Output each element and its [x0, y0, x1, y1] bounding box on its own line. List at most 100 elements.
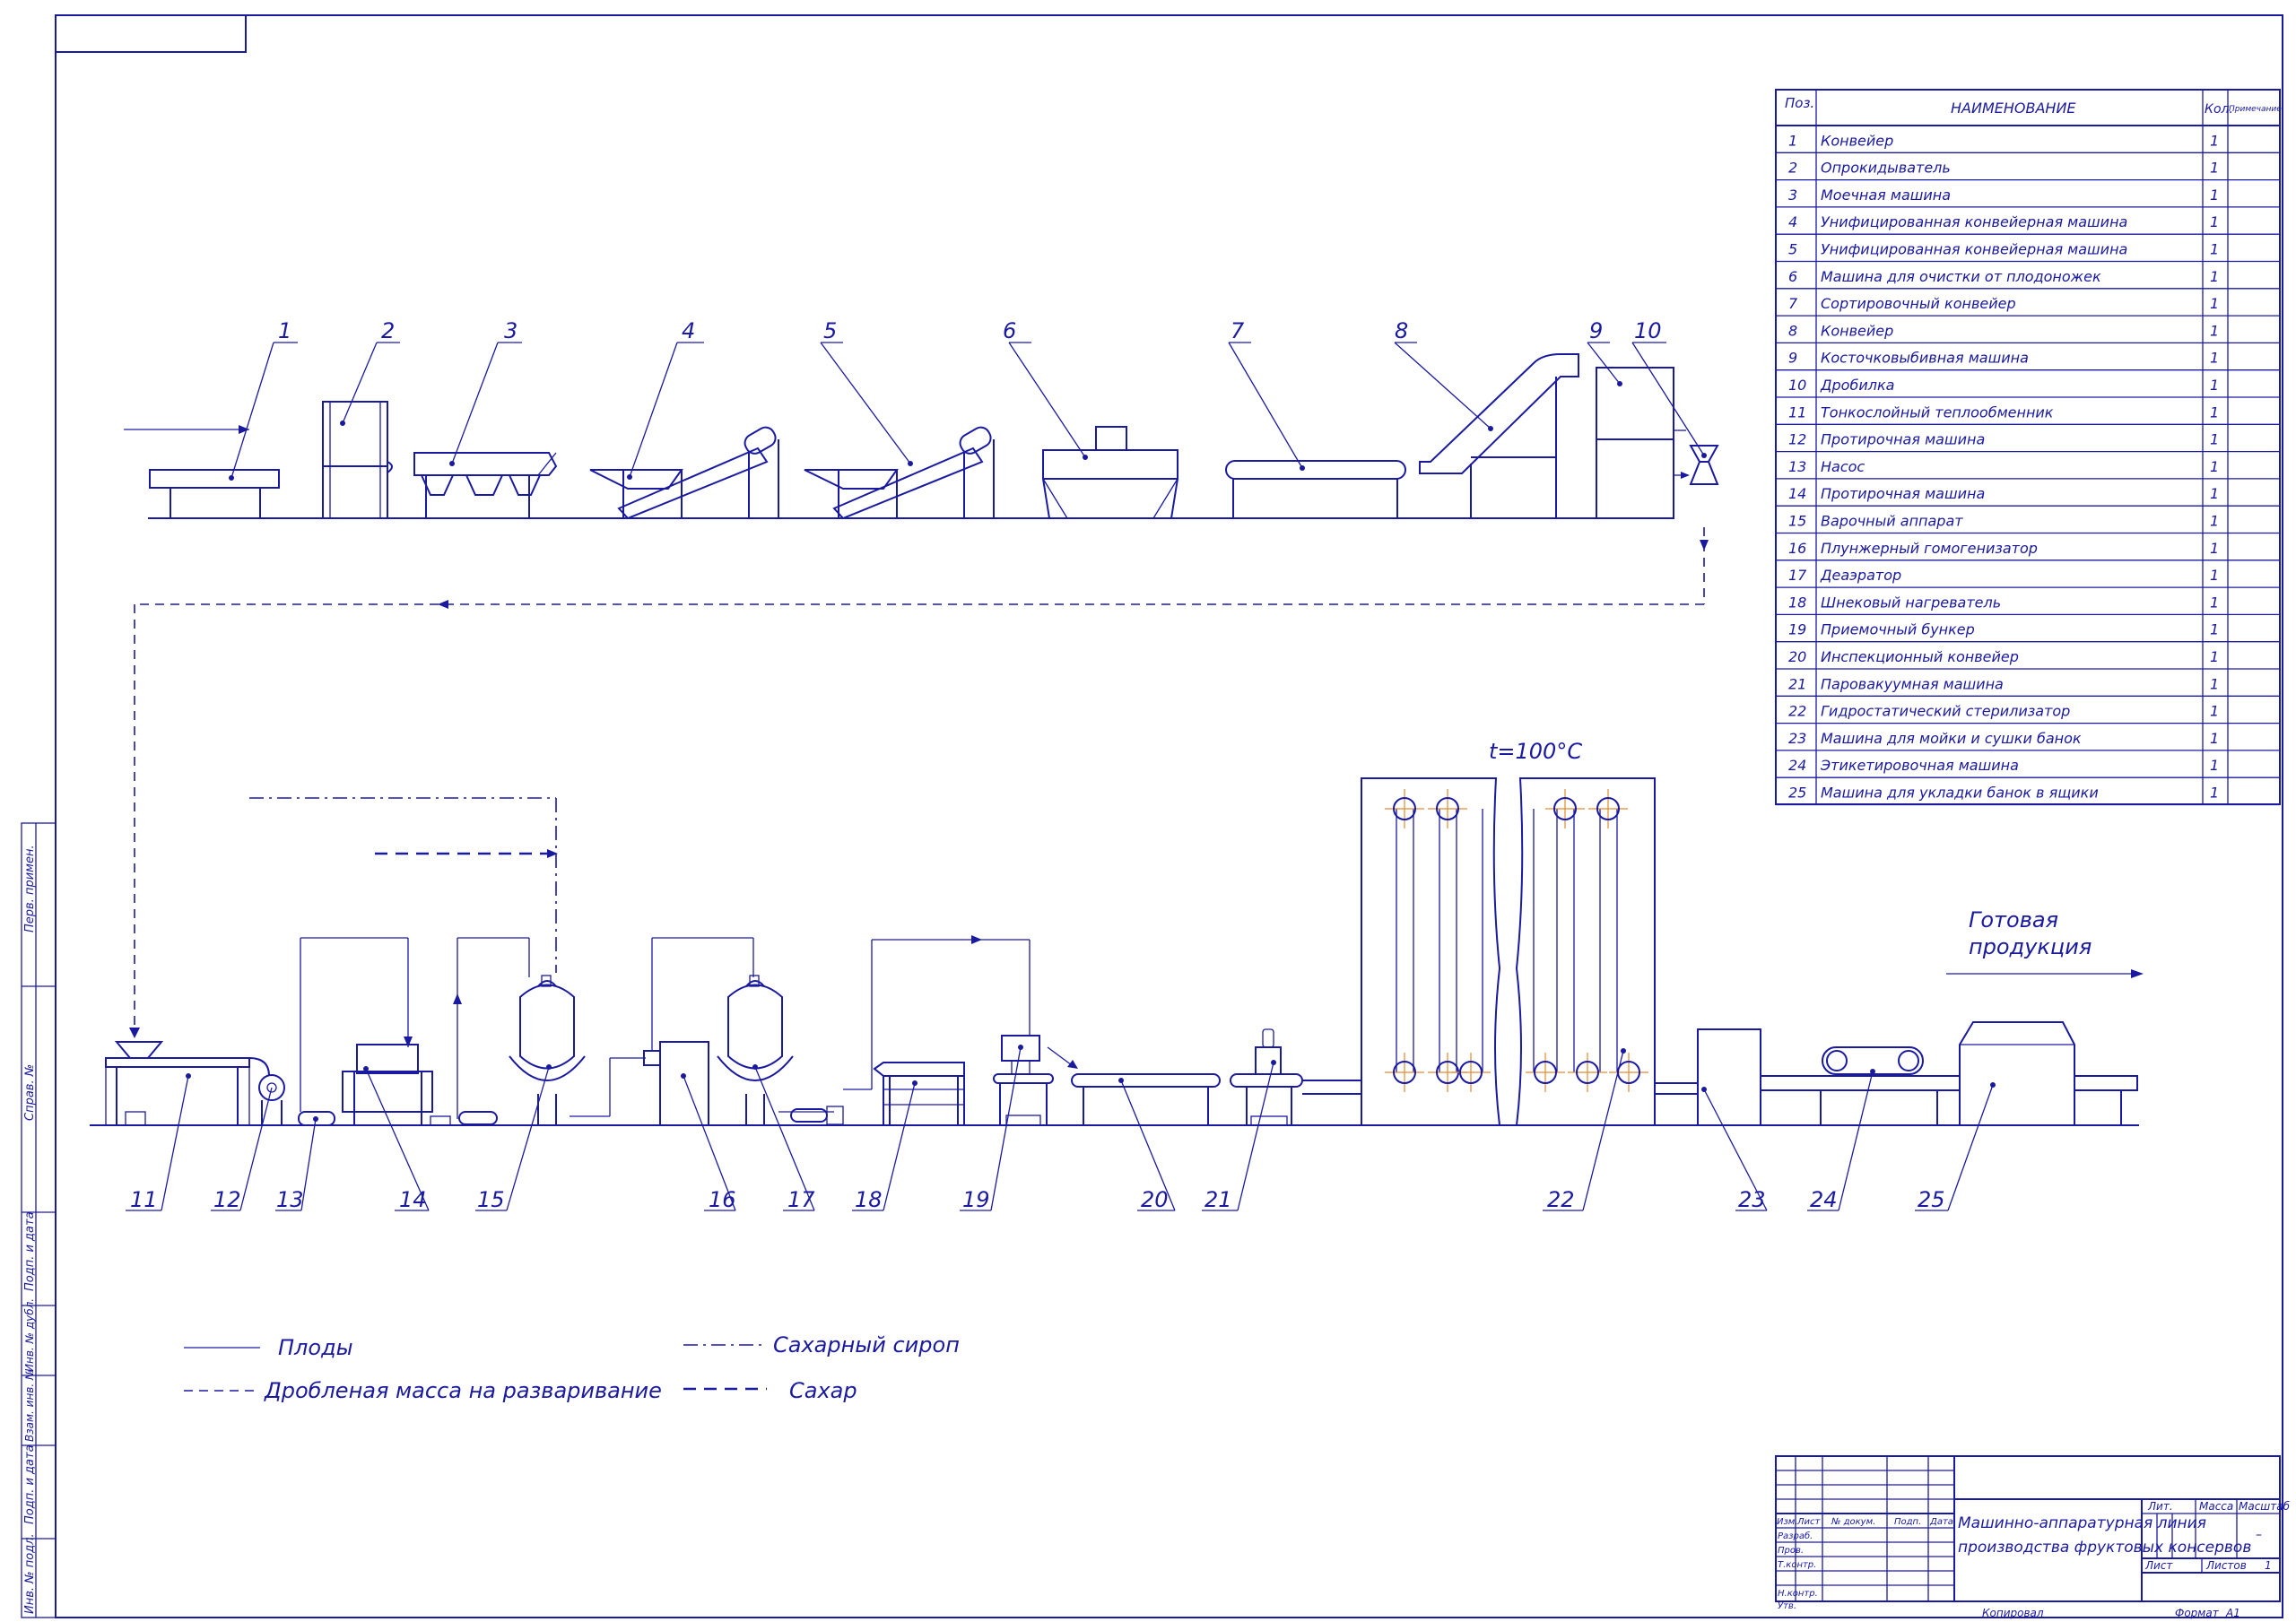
spec-row-name: Машина для укладки банок в ящики — [1821, 785, 2099, 802]
tb-format-label: Формат — [2175, 1607, 2220, 1619]
callout-13: 13 — [276, 1187, 304, 1212]
spec-row-pos: 22 — [1788, 703, 1806, 720]
spec-row-name: Сортировочный конвейер — [1821, 295, 2016, 312]
equipment-8-inclined-conveyor — [1419, 353, 1579, 518]
equipment-17-deaerator — [717, 975, 844, 1125]
tb-role-ncontrol: Н.контр. — [1778, 1589, 1818, 1599]
spec-row-qty: 1 — [2210, 621, 2219, 638]
spec-row-qty: 1 — [2210, 213, 2219, 230]
bottom-callouts: 11 12 13 14 15 16 17 18 19 20 21 22 23 2… — [130, 1187, 1945, 1212]
equipment-6-stem-remover — [1042, 426, 1178, 519]
legend-crushed-label: Дробленая масса на разваривание — [264, 1378, 662, 1403]
tb-lit-label: Лит. — [2147, 1500, 2173, 1513]
callout-5: 5 — [823, 318, 837, 343]
callout-11: 11 — [130, 1187, 158, 1212]
spec-row-name: Косточковыбивная машина — [1821, 350, 2029, 367]
callout-24: 24 — [1810, 1187, 1838, 1212]
spec-row-name: Приемочный бункер — [1821, 621, 1975, 638]
spec-row-pos: 20 — [1788, 648, 1806, 665]
spec-row-pos: 10 — [1788, 377, 1806, 394]
callout-6: 6 — [1003, 318, 1016, 343]
spec-row-name: Деаэратор — [1820, 567, 1901, 584]
top-left-stamp — [55, 14, 247, 53]
output-label-line1: Готовая — [1969, 907, 2058, 932]
spec-row-name: Дробилка — [1820, 377, 1894, 394]
tb-role-checker: Пров. — [1778, 1546, 1804, 1556]
equipment-24-labeling-machine — [1820, 1046, 1938, 1125]
callout-2: 2 — [381, 318, 395, 343]
tb-format-value: А1 — [2225, 1607, 2240, 1619]
equipment-7-sorting-conveyor — [1225, 460, 1406, 518]
spec-row-pos: 24 — [1788, 757, 1806, 774]
spec-row-pos: 14 — [1788, 485, 1806, 502]
equipment-11-heat-exchanger — [105, 1041, 270, 1126]
spec-row-qty: 1 — [2210, 703, 2219, 720]
spec-row-qty: 1 — [2210, 431, 2219, 448]
side-stamp-cell-5: Взам. инв. № — [23, 1369, 36, 1442]
spec-row-qty: 1 — [2210, 241, 2219, 258]
spec-row-qty: 1 — [2210, 594, 2219, 611]
tb-role-tcontrol: Т.контр. — [1778, 1560, 1816, 1570]
callout-7: 7 — [1231, 318, 1245, 343]
tb-col-sign: Подп. — [1894, 1517, 1921, 1527]
spec-row-pos: 8 — [1788, 322, 1797, 339]
spec-row-name: Шнековый нагреватель — [1821, 594, 2001, 611]
equipment-16-homogenizer — [643, 937, 754, 1126]
side-stamp-cell-3: Подп. и дата — [23, 1211, 37, 1291]
spec-row-pos: 6 — [1788, 268, 1797, 285]
callout-12: 12 — [213, 1187, 241, 1212]
spec-row-name: Гидростатический стерилизатор — [1821, 703, 2070, 720]
spec-row-pos: 16 — [1788, 540, 1806, 557]
equipment-1-conveyor — [149, 469, 280, 518]
output-arrow: Готовая продукция — [1946, 907, 2144, 978]
spec-row-qty: 1 — [2210, 757, 2219, 774]
callout-22: 22 — [1547, 1187, 1575, 1212]
spec-row-qty: 1 — [2210, 485, 2219, 502]
spec-row-pos: 25 — [1788, 785, 1806, 802]
callout-16: 16 — [709, 1187, 736, 1212]
spec-row-name: Конвейер — [1821, 322, 1893, 339]
legend-sugar-label: Сахар — [789, 1378, 857, 1403]
spec-row-pos: 1 — [1788, 132, 1797, 149]
spec-row-qty: 1 — [2210, 675, 2219, 692]
side-stamp: Перв. примен. Справ. № Подп. и дата Инв.… — [21, 822, 57, 1618]
spec-row-name: Насос — [1821, 458, 1865, 475]
callout-17: 17 — [787, 1187, 815, 1212]
spec-row-qty: 1 — [2210, 458, 2219, 475]
tb-sheets-value: 1 — [2265, 1559, 2272, 1572]
spec-row-name: Унифицированная конвейерная машина — [1821, 241, 2127, 258]
side-stamp-cell-7: Инв. № подл. — [23, 1533, 37, 1614]
spec-row-qty: 1 — [2210, 377, 2219, 394]
specification-table: Поз. НАИМЕНОВАНИЕ Кол. Примечание 1 Конве… — [1775, 89, 2282, 806]
spec-row-name: Опрокидыватель — [1821, 160, 1951, 177]
tb-sheet-label: Лист — [2144, 1559, 2173, 1572]
spec-row-pos: 2 — [1788, 160, 1797, 177]
callout-1: 1 — [278, 318, 291, 343]
crushed-mass-return-path — [129, 600, 1704, 1038]
spec-row-name: Паровакуумная машина — [1821, 675, 2004, 692]
spec-row-qty: 1 — [2210, 403, 2219, 421]
callout-19: 19 — [962, 1187, 990, 1212]
spec-row-pos: 17 — [1788, 567, 1807, 584]
side-stamp-cell-1: Перв. примен. — [23, 845, 37, 932]
title-block: Изм. Лист № докум. Подп. Дата Разраб. Пр… — [1775, 1455, 2291, 1619]
sterilizer-sprockets — [1385, 789, 1648, 1092]
temperature-label: t=100°C — [1489, 739, 1582, 764]
spec-row-name: Машина для мойки и сушки банок — [1821, 730, 2082, 747]
callout-3: 3 — [504, 318, 517, 343]
tb-col-izm: Изм. — [1777, 1517, 1798, 1527]
spec-row-name: Тонкослойный теплообменник — [1821, 403, 2054, 421]
legend-fruit-label: Плоды — [278, 1335, 353, 1360]
spec-row-pos: 7 — [1788, 295, 1798, 312]
side-stamp-cell-6: Подп. и дата — [23, 1444, 37, 1524]
tb-mass-label: Масса — [2199, 1500, 2233, 1513]
tb-col-doc: № докум. — [1831, 1517, 1875, 1527]
equipment-15-cooking-vessel — [453, 937, 646, 1125]
equipment-5-unified-conveyor — [804, 426, 995, 520]
tb-copied-label: Копировал — [1982, 1607, 2044, 1619]
callout-21: 21 — [1205, 1187, 1232, 1212]
drawing-title-line1: Машинно-аппаратурная линия — [1958, 1514, 2206, 1532]
equipment-13-pump — [298, 1111, 335, 1126]
spec-row-pos: 12 — [1788, 431, 1806, 448]
top-callouts: 1 2 3 4 5 6 7 8 9 10 — [278, 318, 1662, 343]
